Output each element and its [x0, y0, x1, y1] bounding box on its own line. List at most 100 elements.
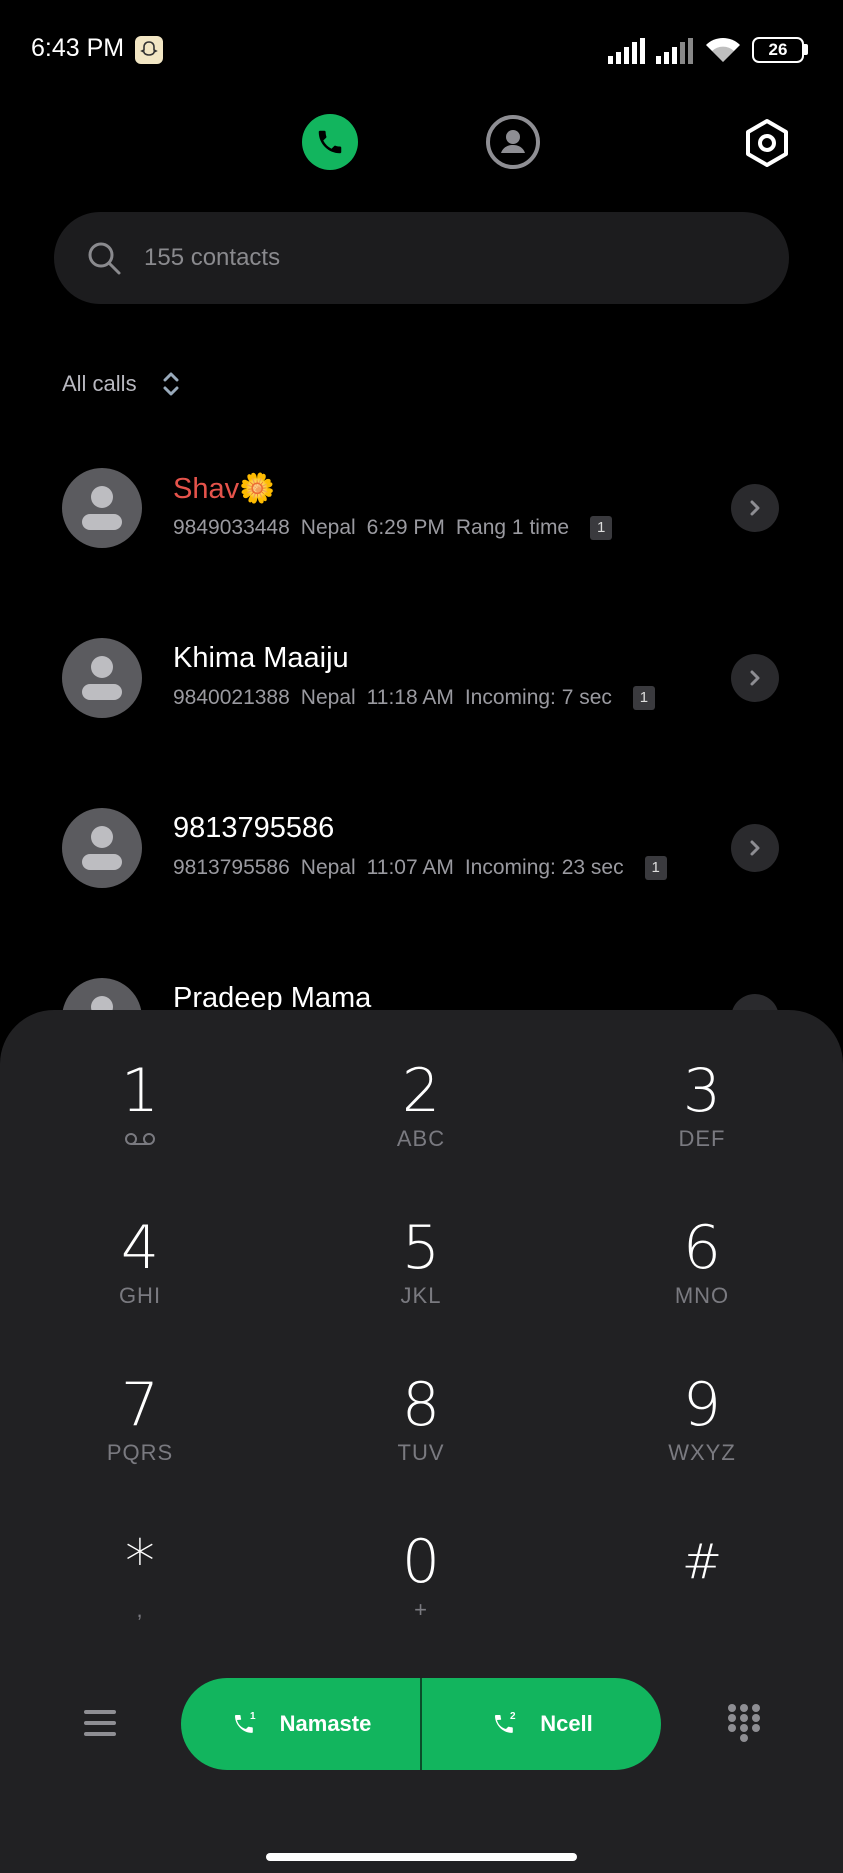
phone-sim1-icon: 1	[234, 1711, 256, 1733]
status-time: 6:43 PM	[31, 34, 125, 62]
key-letters: +	[414, 1597, 428, 1622]
phone-number: 9840021388	[173, 686, 290, 709]
phone-icon	[318, 130, 342, 154]
filter-label: All calls	[62, 371, 137, 396]
voicemail-icon	[125, 1133, 155, 1145]
dial-key-7[interactable]: 7 PQRS	[50, 1374, 230, 1494]
call-sim2-button[interactable]: 2 Ncell	[422, 1678, 661, 1770]
call-details-button[interactable]	[731, 654, 779, 702]
toggle-keypad-button[interactable]	[726, 1702, 762, 1744]
key-letters: DEF	[678, 1126, 726, 1151]
phone-number: 9849033448	[173, 516, 290, 539]
dial-key-9[interactable]: 9 WXYZ	[612, 1374, 792, 1494]
key-letters: PQRS	[106, 1440, 174, 1465]
dial-key-0[interactable]: 0 +	[331, 1531, 511, 1651]
call-details-button[interactable]	[731, 824, 779, 872]
key-digit: 1	[120, 1056, 160, 1126]
battery-nub	[804, 44, 808, 55]
settings-icon	[746, 119, 788, 167]
snapchat-notification-icon	[135, 36, 163, 64]
dial-key-1[interactable]: 1	[50, 1060, 230, 1180]
sim-badge: 1	[644, 856, 667, 880]
key-letters: GHI	[118, 1283, 162, 1308]
call-buttons: 1 Namaste 2 Ncell	[181, 1678, 661, 1770]
dial-key-star[interactable]: * ,	[50, 1531, 230, 1651]
key-letters: TUV	[397, 1440, 445, 1465]
call-log-row[interactable]: 9813795586 9813795586 Nepal 11:07 AM Inc…	[0, 808, 843, 928]
key-letters: ABC	[396, 1126, 446, 1151]
key-digit: 6	[682, 1213, 722, 1283]
sim-badge: 1	[590, 516, 613, 540]
svg-text:2: 2	[510, 1711, 516, 1722]
call-location: Nepal	[300, 686, 356, 709]
wifi-icon	[704, 36, 742, 64]
call-location: Nepal	[300, 516, 356, 539]
keypad-icon	[728, 1704, 760, 1742]
contact-name: Shav🌼	[173, 473, 276, 505]
key-letters: ,	[136, 1597, 144, 1622]
sim-badge: 1	[632, 686, 655, 710]
key-digit: 4	[120, 1213, 160, 1283]
sort-chevron-icon	[163, 372, 179, 396]
call-details-button[interactable]	[731, 484, 779, 532]
tab-contacts[interactable]	[485, 114, 541, 170]
dial-key-hash[interactable]: #	[612, 1531, 792, 1651]
menu-button[interactable]	[82, 1708, 118, 1738]
key-digit: #	[681, 1534, 723, 1590]
dial-key-4[interactable]: 4 GHI	[50, 1217, 230, 1337]
tab-recents-phone[interactable]	[302, 114, 358, 170]
search-input[interactable]	[144, 212, 744, 304]
contacts-icon	[486, 115, 540, 169]
key-digit: 2	[401, 1056, 441, 1126]
phone-number: 9813795586	[173, 856, 290, 879]
call-location: Nepal	[300, 856, 356, 879]
dial-key-5[interactable]: 5 JKL	[331, 1217, 511, 1337]
key-letters: JKL	[400, 1283, 442, 1308]
menu-icon	[84, 1710, 116, 1736]
call-details: 9813795586 Nepal 11:07 AM Incoming: 23 s…	[173, 856, 678, 880]
chevron-right-icon	[750, 840, 760, 856]
settings-button[interactable]	[744, 118, 790, 168]
call-filter-dropdown[interactable]: All calls	[62, 366, 181, 402]
chevron-right-icon	[750, 500, 760, 516]
dial-key-8[interactable]: 8 TUV	[331, 1374, 511, 1494]
call-time: 11:18 AM	[366, 686, 454, 709]
search-bar[interactable]	[54, 212, 789, 304]
call-sim2-label: Ncell	[540, 1711, 593, 1736]
dial-key-2[interactable]: 2 ABC	[331, 1060, 511, 1180]
key-letters: MNO	[674, 1283, 730, 1308]
key-digit: *	[125, 1527, 155, 1597]
key-digit: 7	[120, 1370, 160, 1440]
avatar	[62, 638, 142, 718]
call-time: 6:29 PM	[366, 516, 445, 539]
signal-sim1-icon	[608, 38, 648, 64]
search-icon	[86, 240, 122, 276]
key-digit: 0	[401, 1527, 441, 1597]
avatar	[62, 808, 142, 888]
dial-key-3[interactable]: 3 DEF	[612, 1060, 792, 1180]
call-detail: Rang 1 time	[455, 516, 570, 539]
key-digit: 8	[401, 1370, 441, 1440]
key-digit: 5	[401, 1213, 441, 1283]
call-log-row[interactable]: Shav🌼 9849033448 Nepal 6:29 PM Rang 1 ti…	[0, 468, 843, 588]
key-letters: WXYZ	[668, 1440, 736, 1465]
svg-text:1: 1	[250, 1711, 256, 1722]
call-sim1-button[interactable]: 1 Namaste	[181, 1678, 420, 1770]
home-indicator[interactable]	[266, 1853, 577, 1861]
key-digit: 3	[682, 1056, 722, 1126]
chevron-right-icon	[750, 670, 760, 686]
contact-name: Khima Maaiju	[173, 642, 349, 674]
call-sim1-label: Namaste	[279, 1711, 372, 1736]
call-time: 11:07 AM	[366, 856, 454, 879]
signal-sim2-icon	[656, 38, 696, 64]
call-detail: Incoming: 23 sec	[464, 856, 624, 879]
call-detail: Incoming: 7 sec	[464, 686, 612, 709]
battery-level: 26	[752, 37, 804, 63]
key-digit: 9	[682, 1370, 722, 1440]
phone-sim2-icon: 2	[495, 1711, 516, 1733]
call-details: 9849033448 Nepal 6:29 PM Rang 1 time 1	[173, 516, 623, 540]
dial-key-6[interactable]: 6 MNO	[612, 1217, 792, 1337]
call-details: 9840021388 Nepal 11:18 AM Incoming: 7 se…	[173, 686, 666, 710]
call-log-row[interactable]: Khima Maaiju 9840021388 Nepal 11:18 AM I…	[0, 638, 843, 758]
avatar	[62, 468, 142, 548]
